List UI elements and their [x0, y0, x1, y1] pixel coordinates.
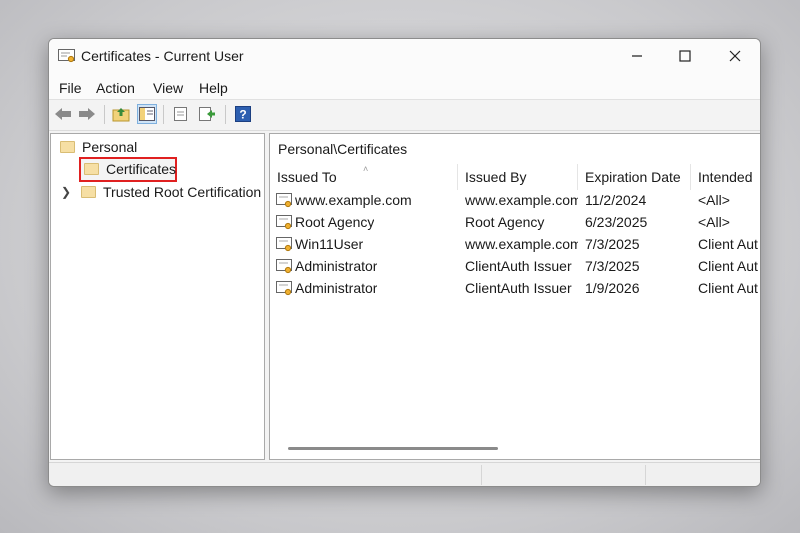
export-list-icon	[174, 107, 187, 121]
status-bar	[49, 462, 760, 486]
show-hide-console-tree-icon	[139, 107, 155, 121]
certificate-icon	[276, 193, 292, 208]
export-list-button[interactable]	[171, 104, 191, 124]
tree-item-label: Trusted Root Certification	[103, 184, 262, 200]
mmc-window: Certificates - Current User File Action …	[48, 38, 761, 487]
cell-intended: Client Aut	[698, 258, 758, 274]
cell-issued-to: Administrator	[295, 280, 378, 296]
list-path: Personal\Certificates	[278, 141, 408, 157]
certificate-icon	[58, 49, 75, 63]
help-icon: ?	[235, 106, 251, 122]
properties-button[interactable]	[197, 104, 217, 124]
tree-item-label: Personal	[82, 139, 138, 155]
cell-issued-by: ClientAuth Issuer	[465, 280, 572, 296]
toolbar-separator	[104, 105, 105, 124]
menu-view[interactable]: View	[153, 80, 183, 96]
toolbar-separator	[163, 105, 164, 124]
cell-issued-by: ClientAuth Issuer	[465, 258, 572, 274]
status-divider	[645, 465, 646, 485]
folder-icon	[60, 141, 75, 153]
certificate-icon	[276, 281, 292, 296]
column-issued-by[interactable]: Issued By	[458, 164, 578, 190]
cell-expiration: 1/9/2026	[585, 280, 640, 296]
tree-item-label: Certificates	[106, 161, 177, 177]
toolbar-separator	[225, 105, 226, 124]
horizontal-scrollbar[interactable]	[288, 447, 498, 450]
certificate-icon	[276, 259, 292, 274]
minimize-icon	[632, 55, 642, 57]
certificate-icon	[276, 237, 292, 252]
svg-text:?: ?	[239, 108, 246, 122]
table-row[interactable]: Win11User www.example.com 7/3/2025 Clien…	[270, 234, 760, 256]
menu-bar: File Action View Help	[49, 73, 760, 99]
tree-item-trusted-root[interactable]: ❯ Trusted Root Certification	[61, 182, 261, 202]
cell-expiration: 7/3/2025	[585, 258, 640, 274]
tree-item-certificates[interactable]: Certificates	[84, 159, 176, 179]
certificate-list-pane: Personal\Certificates ˄ Issued To Issued…	[269, 133, 760, 460]
table-row[interactable]: Administrator ClientAuth Issuer 1/9/2026…	[270, 278, 760, 300]
cell-issued-to: Win11User	[295, 236, 364, 252]
cell-issued-to: Root Agency	[295, 214, 375, 230]
column-intended[interactable]: Intended	[691, 164, 760, 190]
back-arrow-icon	[55, 108, 71, 120]
folder-icon	[84, 163, 99, 175]
cell-expiration: 7/3/2025	[585, 236, 640, 252]
back-button[interactable]	[53, 104, 73, 124]
status-divider	[481, 465, 482, 485]
cell-expiration: 11/2/2024	[585, 192, 647, 208]
certificate-icon	[276, 215, 292, 230]
folder-up-icon	[112, 108, 130, 122]
window-title: Certificates - Current User	[81, 48, 244, 64]
console-tree: Personal Certificates ❯ Trusted Root Cer…	[50, 133, 265, 460]
table-row[interactable]: Root Agency Root Agency 6/23/2025 <All>	[270, 212, 760, 234]
cell-intended: Client Aut	[698, 280, 758, 296]
menu-help[interactable]: Help	[199, 80, 228, 96]
cell-expiration: 6/23/2025	[585, 214, 648, 230]
table-row[interactable]: Administrator ClientAuth Issuer 7/3/2025…	[270, 256, 760, 278]
toolbar: ?	[49, 99, 760, 131]
up-one-level-button[interactable]	[111, 104, 131, 124]
help-button[interactable]: ?	[233, 104, 253, 124]
folder-icon	[81, 186, 96, 198]
column-expiration-date[interactable]: Expiration Date	[578, 164, 691, 190]
forward-button[interactable]	[77, 104, 97, 124]
show-hide-console-tree-button[interactable]	[137, 104, 157, 124]
forward-arrow-icon	[79, 108, 95, 120]
minimize-button[interactable]	[613, 39, 661, 73]
close-icon	[729, 50, 741, 62]
cell-issued-by: www.example.com	[465, 192, 578, 208]
title-bar[interactable]: Certificates - Current User	[49, 39, 760, 73]
menu-action[interactable]: Action	[96, 80, 135, 96]
cell-intended: Client Aut	[698, 236, 758, 252]
close-button[interactable]	[711, 39, 759, 73]
maximize-button[interactable]	[661, 39, 709, 73]
menu-file[interactable]: File	[59, 80, 82, 96]
tree-item-personal[interactable]: Personal	[60, 137, 137, 157]
cell-intended: <All>	[698, 214, 730, 230]
cell-issued-by: Root Agency	[465, 214, 545, 230]
maximize-icon	[679, 50, 691, 62]
chevron-right-icon[interactable]: ❯	[61, 185, 81, 199]
cell-issued-by: www.example.com	[465, 236, 578, 252]
properties-icon	[199, 107, 215, 121]
column-issued-to[interactable]: Issued To	[270, 164, 458, 190]
table-row[interactable]: www.example.com www.example.com 11/2/202…	[270, 190, 760, 212]
cell-intended: <All>	[698, 192, 730, 208]
cell-issued-to: Administrator	[295, 258, 378, 274]
cell-issued-to: www.example.com	[295, 192, 412, 208]
